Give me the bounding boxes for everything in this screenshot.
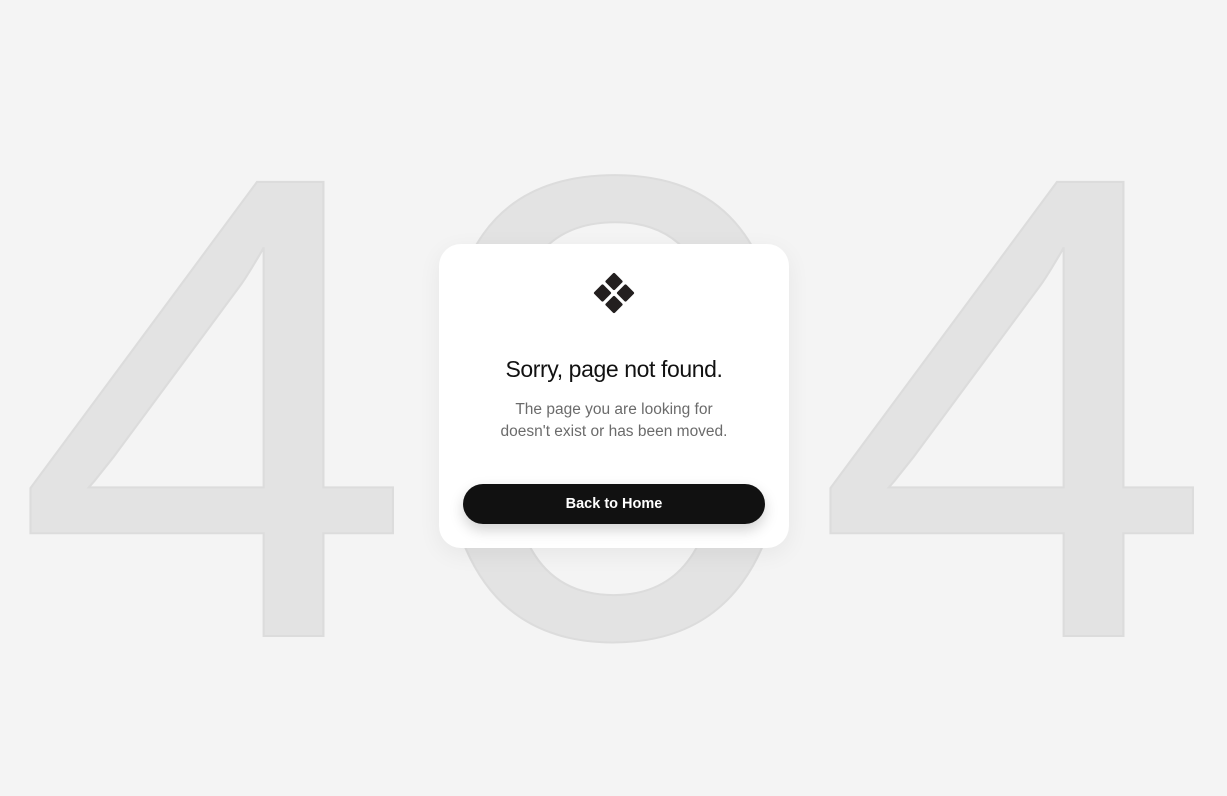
error-description: The page you are looking for doesn't exi… <box>479 399 749 443</box>
not-found-page: 404 Sorry, page not found. The page you … <box>0 0 1227 796</box>
back-to-home-button[interactable]: Back to Home <box>463 484 765 524</box>
error-description-line-2: doesn't exist or has been moved. <box>500 423 728 440</box>
diamond-cluster-icon <box>593 272 635 314</box>
error-card: Sorry, page not found. The page you are … <box>439 244 789 548</box>
error-title: Sorry, page not found. <box>505 356 723 382</box>
error-description-line-1: The page you are looking for <box>515 401 713 418</box>
